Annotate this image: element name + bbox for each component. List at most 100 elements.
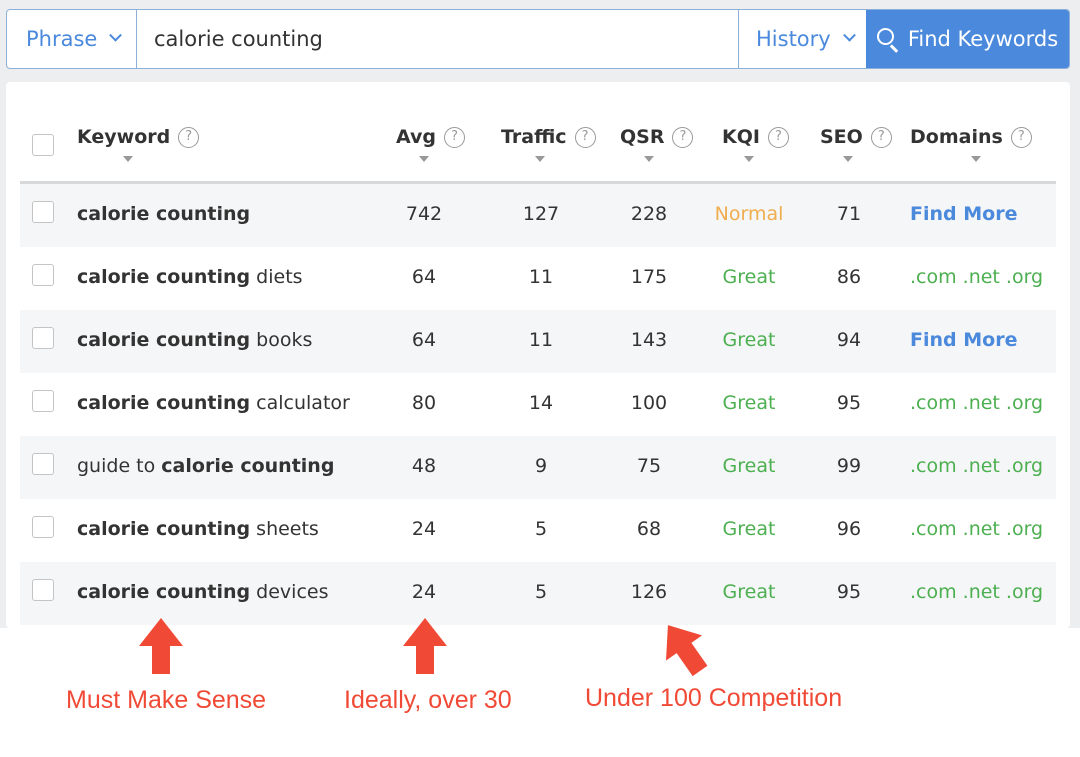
help-icon[interactable]: ? xyxy=(767,126,789,148)
avg-cell: 48 xyxy=(411,455,437,477)
qsr-cell: 228 xyxy=(630,203,668,225)
help-icon[interactable]: ? xyxy=(444,126,466,148)
avg-cell: 64 xyxy=(411,329,437,351)
sort-caret-icon[interactable] xyxy=(535,156,545,162)
qsr-cell: 68 xyxy=(636,518,662,540)
header-avg[interactable]: Avg? xyxy=(396,126,466,148)
find-more-link[interactable]: Find More xyxy=(910,329,1017,351)
table-header: Keyword? Avg? Traffic? QSR? KQI? SEO? Do… xyxy=(20,112,1056,184)
header-domains[interactable]: Domains? xyxy=(910,126,1032,148)
annotation-keyword: Must Make Sense xyxy=(66,686,267,714)
seo-cell: 95 xyxy=(836,392,862,414)
header-traffic[interactable]: Traffic? xyxy=(501,126,596,148)
search-mode-label: Phrase xyxy=(26,27,98,51)
kqi-cell: Great xyxy=(722,392,776,414)
traffic-cell: 5 xyxy=(534,581,548,603)
kqi-cell: Great xyxy=(722,581,776,603)
table-row[interactable]: calorie counting 742 127 228 Normal 71 Find Mo… xyxy=(20,184,1056,247)
table-row[interactable]: calorie counting calculator 80 14 100 Great 9… xyxy=(20,373,1056,436)
history-dropdown[interactable]: History xyxy=(738,10,866,68)
avg-cell: 24 xyxy=(411,581,437,603)
domains-cell: .com .net .org xyxy=(910,455,1044,477)
table-row[interactable]: calorie counting sheets 24 5 68 Great 96 .com … xyxy=(20,499,1056,562)
domains-cell: .com .net .org xyxy=(910,518,1044,540)
traffic-cell: 11 xyxy=(528,266,554,288)
seo-cell: 86 xyxy=(836,266,862,288)
row-checkbox[interactable] xyxy=(32,453,54,475)
keyword-cell[interactable]: calorie counting diets xyxy=(77,266,303,288)
table-row[interactable]: calorie counting diets 64 11 175 Great 86 .com… xyxy=(20,247,1056,310)
qsr-cell: 143 xyxy=(630,329,668,351)
keyword-cell[interactable]: calorie counting xyxy=(77,203,250,225)
search-mode-dropdown[interactable]: Phrase xyxy=(7,10,137,68)
seo-cell: 94 xyxy=(836,329,862,351)
header-seo[interactable]: SEO? xyxy=(820,126,892,148)
traffic-cell: 5 xyxy=(534,518,548,540)
avg-cell: 80 xyxy=(411,392,437,414)
traffic-cell: 11 xyxy=(528,329,554,351)
traffic-cell: 14 xyxy=(528,392,554,414)
help-icon[interactable]: ? xyxy=(178,126,200,148)
keyword-cell[interactable]: calorie counting calculator xyxy=(77,392,350,414)
help-icon[interactable]: ? xyxy=(870,126,892,148)
header-keyword[interactable]: Keyword? xyxy=(77,126,200,148)
seo-cell: 96 xyxy=(836,518,862,540)
help-icon[interactable]: ? xyxy=(672,126,694,148)
sort-caret-icon[interactable] xyxy=(744,156,754,162)
row-checkbox[interactable] xyxy=(32,327,54,349)
traffic-cell: 127 xyxy=(522,203,560,225)
domains-cell: .com .net .org xyxy=(910,581,1044,603)
row-checkbox[interactable] xyxy=(32,579,54,601)
keyword-cell[interactable]: calorie counting books xyxy=(77,329,312,351)
kqi-cell: Great xyxy=(722,266,776,288)
qsr-cell: 126 xyxy=(630,581,668,603)
find-keywords-button[interactable]: Find Keywords xyxy=(866,10,1069,68)
sort-caret-icon[interactable] xyxy=(644,156,654,162)
sort-caret-icon[interactable] xyxy=(123,156,133,162)
kqi-cell: Great xyxy=(722,329,776,351)
row-checkbox[interactable] xyxy=(32,264,54,286)
domains-cell: .com .net .org xyxy=(910,266,1044,288)
annotation-qsr: Under 100 Competition xyxy=(585,684,843,712)
chevron-down-icon xyxy=(109,28,123,42)
avg-cell: 24 xyxy=(411,518,437,540)
header-kqi[interactable]: KQI? xyxy=(722,126,789,148)
seo-cell: 71 xyxy=(836,203,862,225)
row-checkbox[interactable] xyxy=(32,516,54,538)
domains-cell: .com .net .org xyxy=(910,392,1044,414)
arrow-up-icon xyxy=(139,618,183,674)
qsr-cell: 75 xyxy=(636,455,662,477)
keyword-cell[interactable]: guide to calorie counting xyxy=(77,455,334,477)
seo-cell: 95 xyxy=(836,581,862,603)
search-bar: Phrase History Find Keywords xyxy=(6,9,1070,69)
chevron-down-icon xyxy=(842,28,856,42)
sort-caret-icon[interactable] xyxy=(971,156,981,162)
help-icon[interactable]: ? xyxy=(1010,126,1032,148)
results-card: Keyword? Avg? Traffic? QSR? KQI? SEO? Do… xyxy=(6,82,1070,628)
search-input[interactable] xyxy=(137,10,738,68)
kqi-cell: Great xyxy=(722,518,776,540)
table-row[interactable]: guide to calorie counting 48 9 75 Great 99 .co… xyxy=(20,436,1056,499)
keyword-cell[interactable]: calorie counting devices xyxy=(77,581,328,603)
select-all-checkbox[interactable] xyxy=(32,134,54,156)
qsr-cell: 175 xyxy=(630,266,668,288)
find-more-link[interactable]: Find More xyxy=(910,203,1017,225)
find-keywords-label: Find Keywords xyxy=(907,27,1059,51)
kqi-cell: Great xyxy=(722,455,776,477)
annotation-avg: Ideally, over 30 xyxy=(344,686,512,714)
history-label: History xyxy=(756,27,831,51)
arrow-up-icon xyxy=(403,618,447,674)
row-checkbox[interactable] xyxy=(32,390,54,412)
qsr-cell: 100 xyxy=(630,392,668,414)
header-qsr[interactable]: QSR? xyxy=(620,126,694,148)
keyword-cell[interactable]: calorie counting sheets xyxy=(77,518,319,540)
search-icon xyxy=(876,28,899,53)
sort-caret-icon[interactable] xyxy=(419,156,429,162)
row-checkbox[interactable] xyxy=(32,201,54,223)
table-row[interactable]: calorie counting books 64 11 143 Great 94 Find… xyxy=(20,310,1056,373)
avg-cell: 742 xyxy=(405,203,443,225)
avg-cell: 64 xyxy=(411,266,437,288)
kqi-cell: Normal xyxy=(714,203,784,225)
sort-caret-icon[interactable] xyxy=(843,156,853,162)
help-icon[interactable]: ? xyxy=(574,126,596,148)
